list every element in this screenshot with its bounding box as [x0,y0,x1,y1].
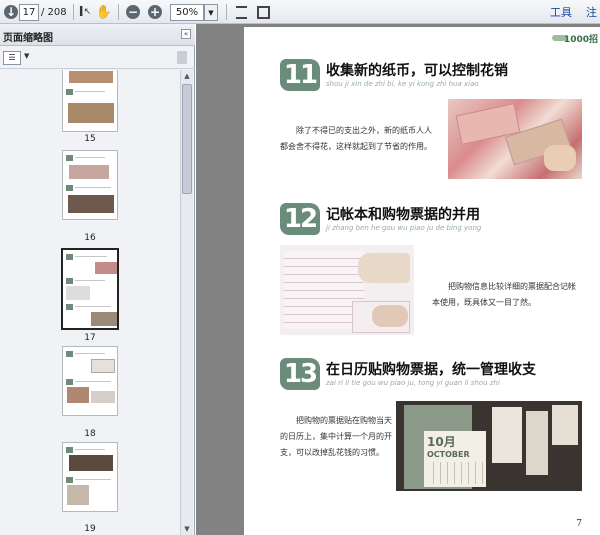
fit-page-icon [235,5,247,19]
section-pinyin: ji zhang ben he gou wu piao ju de bing y… [326,224,482,232]
scroll-up-icon[interactable]: ▲ [182,71,192,81]
brand-logo: 1000招 [563,35,598,45]
panel-title: 页面缩略图 [3,33,53,44]
list-icon: ☰ [8,53,16,62]
section-title: 记帐本和购物票据的并用 [326,207,480,223]
section-number-badge: 11 [280,59,320,91]
section-body: 把购物的票据贴在购物当天的日历上，集中计算一个月的开支，可以改掉乱花钱的习惯。 [280,416,392,457]
calendar-photo: 10月 OCTOBER [396,401,582,491]
section-pinyin: shou ji xin de zhi bi, ke yi kong zhi hu… [326,80,479,88]
thumbnail-page-15[interactable] [62,70,118,132]
section-number-badge: 13 [280,358,320,390]
thumbnails-scrollbar[interactable]: ▲ ▼ [180,70,193,535]
full-screen-icon [256,5,270,19]
collapse-panel-button[interactable]: « [181,29,191,39]
receipt-notebook-photo [280,245,414,335]
chevron-down-icon: ▼ [208,8,214,17]
thumbnail-page-16[interactable] [62,150,118,220]
thumbnail-label: 18 [84,429,96,439]
fit-page-button[interactable] [232,3,250,21]
thumbnail-page-19[interactable] [62,442,118,512]
page-number: 7 [576,519,582,529]
zoom-dropdown-button[interactable]: ▼ [204,4,218,21]
scrollbar-thumb[interactable] [182,84,192,194]
select-tool-button[interactable]: I ↖ [76,3,94,21]
zoom-level-input[interactable]: 50% [170,4,204,21]
section-body: 除了不得已的支出之外，新的纸币人人都会舍不得花，这样就起到了节省的作用。 [280,126,432,151]
panel-header: 页面缩略图 « [0,24,195,46]
section-title: 收集新的纸币，可以控制花销 [326,63,508,79]
hand-tool-button[interactable]: ✋ [95,3,113,21]
tools-menu[interactable]: 工具 [550,3,572,21]
calendar-month: 10月 [427,435,456,449]
zoom-out-icon: − [126,5,140,19]
zoom-in-button[interactable]: + [146,3,164,21]
section-title: 在日历贴购物票据，统一管理收支 [326,362,536,378]
scroll-down-icon[interactable]: ▼ [182,524,192,534]
calendar-name: OCTOBER [427,450,470,459]
full-screen-button[interactable] [254,3,272,21]
document-viewer[interactable]: 1000招 11 收集新的纸币，可以控制花销 shou ji xin de zh… [196,24,600,535]
banknotes-photo [448,99,582,179]
document-page: 1000招 11 收集新的纸币，可以控制花销 shou ji xin de zh… [244,27,600,535]
zoom-in-icon: + [148,5,162,19]
arrow-down-icon: ↓ [4,5,18,19]
section-body: 把购物信息比较详细的票据配合记帐本使用，既具体又一目了然。 [432,282,576,307]
section-pinyin: zai ri li tie gou wu piao ju, tong yi gu… [326,379,500,387]
thumbnail-list: 15 16 17 18 19 [0,70,180,535]
thumbnail-label: 16 [84,233,96,243]
panel-toolbar: ☰ ▼ [0,47,195,69]
thumbnail-label: 17 [84,333,96,343]
page-total: / 208 [41,6,67,18]
page-number-input[interactable]: 17 [19,4,39,21]
hand-icon: ✋ [95,4,113,20]
options-dropdown-icon[interactable]: ▼ [24,52,29,60]
thumbnail-page-17[interactable] [61,248,119,330]
comment-menu[interactable]: 注 [586,3,597,21]
thumbnail-label: 15 [84,134,96,144]
options-button[interactable]: ☰ [3,51,21,65]
next-page-button[interactable]: ↓ [2,3,20,21]
thumbnail-page-18[interactable] [62,346,118,416]
thumbnail-label: 19 [84,524,96,534]
toolbar: ↓ 17 / 208 I ↖ ✋ − + 50% ▼ 工具 注 [0,0,600,24]
trash-icon[interactable] [177,51,187,64]
section-number-badge: 12 [280,203,320,235]
thumbnails-panel: 页面缩略图 « ☰ ▼ 15 16 17 18 19 ▲ ▼ [0,24,195,535]
zoom-out-button[interactable]: − [124,3,142,21]
